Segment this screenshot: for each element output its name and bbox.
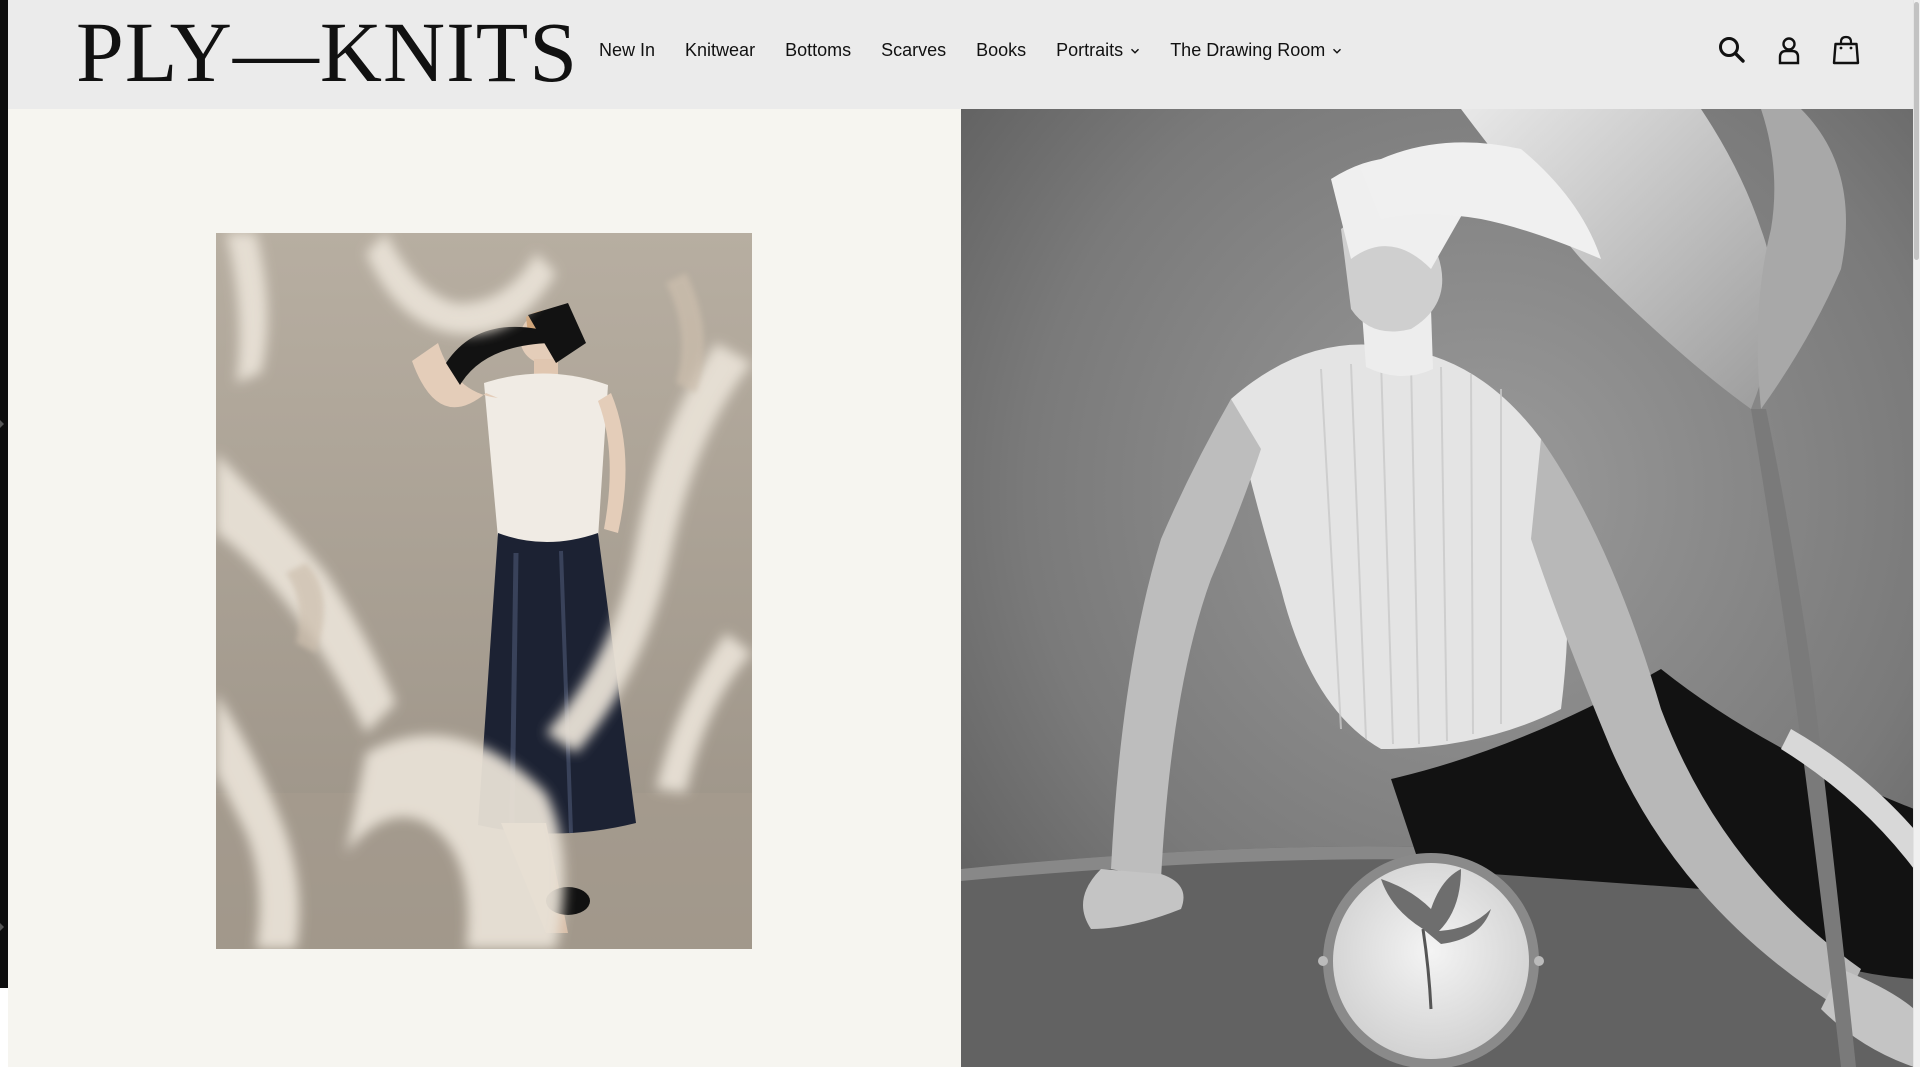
hero-right-panel[interactable] (961, 109, 1914, 1067)
search-icon[interactable] (1716, 34, 1748, 66)
header-actions (1691, 34, 1862, 66)
left-edge-strip (0, 0, 8, 988)
nav-item-books[interactable]: Books (976, 40, 1026, 61)
nav-item-bottoms[interactable]: Bottoms (785, 40, 851, 61)
nav-label: The Drawing Room (1170, 40, 1326, 60)
nav-item-the-drawing-room[interactable]: The Drawing Room (1170, 40, 1342, 61)
nav-label: Scarves (881, 40, 947, 60)
site-header: PLY—KNITS New In Knitwear Bottoms Scarve… (8, 0, 1914, 109)
scrollbar-thumb[interactable] (1914, 2, 1919, 260)
nav-label: Knitwear (685, 40, 756, 60)
page-scrollbar[interactable] (1913, 0, 1920, 1067)
brand-logo[interactable]: PLY—KNITS (76, 9, 578, 95)
nav-label: Bottoms (785, 40, 852, 60)
hero-right-image (961, 109, 1914, 1067)
strip-marker (0, 923, 4, 931)
hero-left-image[interactable] (216, 233, 752, 949)
main-nav: New In Knitwear Bottoms Scarves Books Po… (599, 40, 1372, 61)
nav-item-portraits[interactable]: Portraits (1056, 40, 1140, 61)
nav-item-knitwear[interactable]: Knitwear (685, 40, 755, 61)
chevron-down-icon (1131, 48, 1140, 54)
strip-marker (0, 420, 4, 428)
nav-label: New In (599, 40, 656, 60)
nav-label: Books (976, 40, 1027, 60)
nav-item-new-in[interactable]: New In (599, 40, 655, 61)
left-edge-gap (0, 988, 8, 1067)
chevron-down-icon (1333, 48, 1342, 54)
account-icon[interactable] (1773, 34, 1805, 66)
nav-item-scarves[interactable]: Scarves (881, 40, 946, 61)
nav-label: Portraits (1056, 40, 1124, 60)
hero-left-panel (8, 109, 961, 1067)
model-photo-illustration (216, 233, 752, 949)
cart-icon[interactable] (1830, 34, 1862, 66)
